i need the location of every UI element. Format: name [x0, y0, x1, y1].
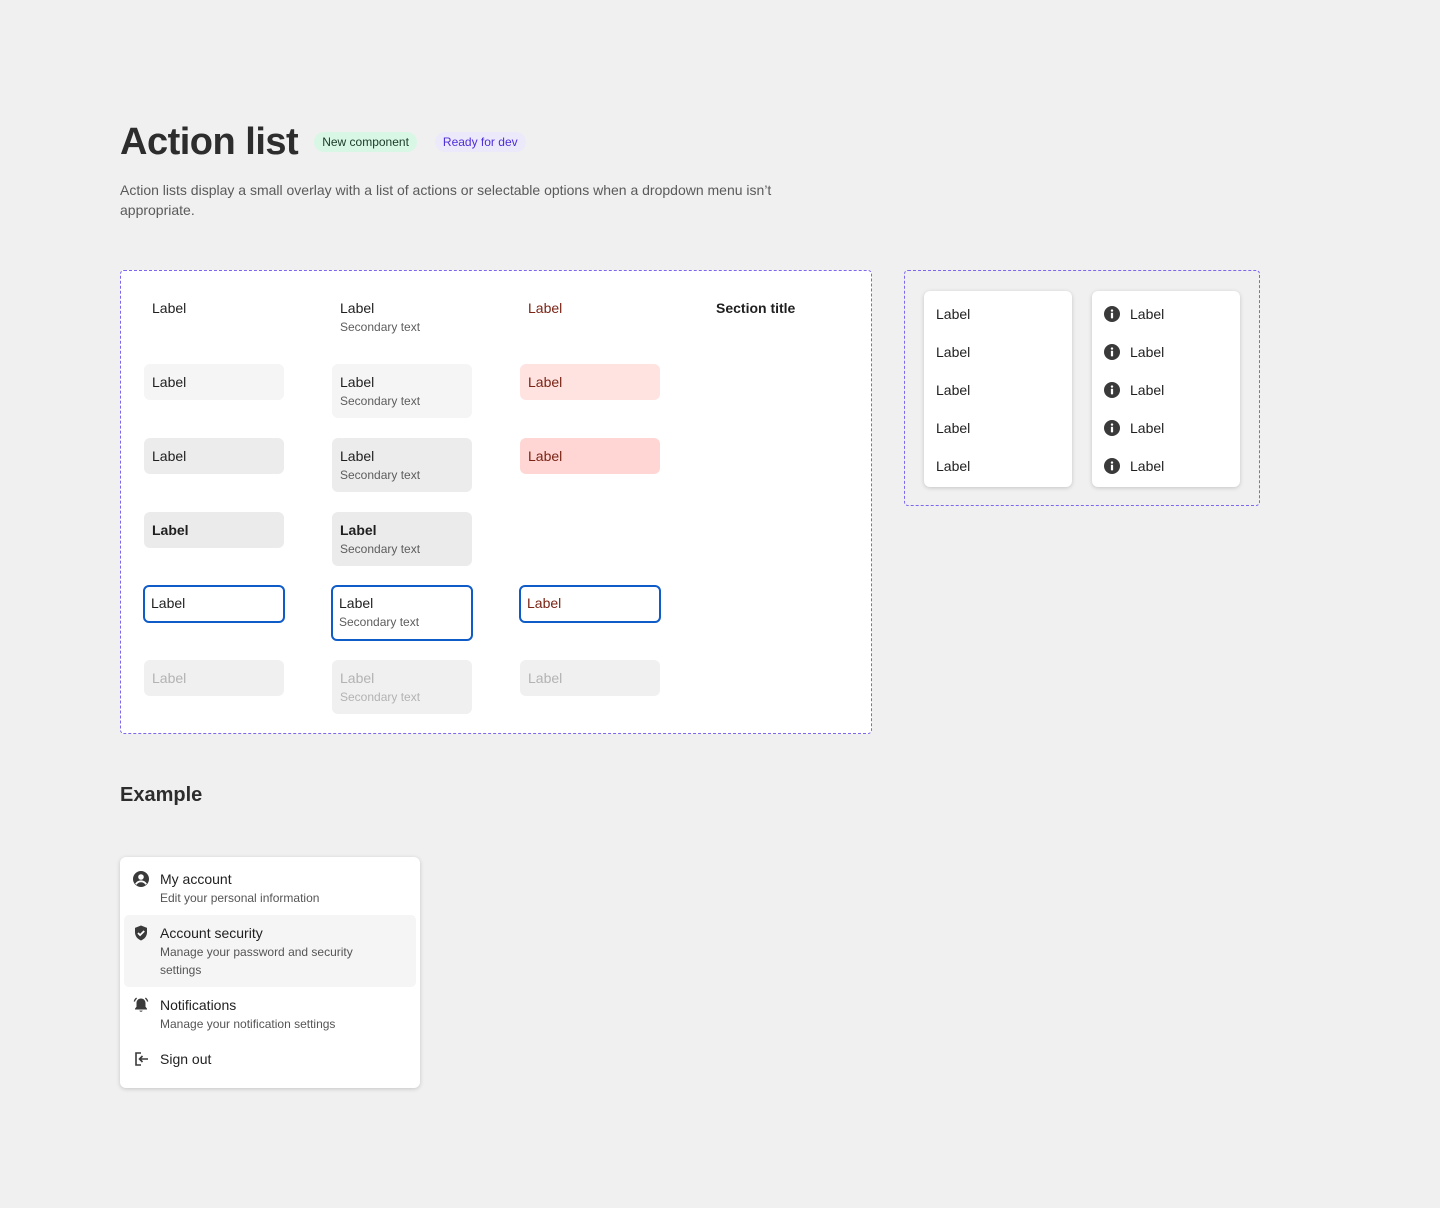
menu-item-title: Notifications [160, 997, 237, 1013]
item-label: Label [340, 300, 375, 316]
item-label: Label [340, 522, 377, 538]
info-icon [1104, 344, 1120, 360]
menu-item[interactable]: Label [924, 409, 1072, 447]
action-item-disabled-secondary: Label Secondary text [332, 660, 472, 714]
action-item-disabled: Label [144, 660, 284, 696]
item-label: Label [528, 670, 563, 686]
action-item-hover[interactable]: Label [144, 364, 284, 400]
menu-item[interactable]: Label [1092, 447, 1240, 485]
page-description: Action lists display a small overlay wit… [120, 182, 772, 218]
item-label: Label [528, 300, 563, 316]
action-item-hover-secondary[interactable]: Label Secondary text [332, 364, 472, 418]
action-item-focus-secondary[interactable]: Label Secondary text [331, 585, 473, 641]
example-heading: Example [120, 784, 203, 806]
info-icon [1104, 382, 1120, 398]
action-item-selected[interactable]: Label [144, 512, 284, 548]
menu-item-label: Label [1130, 344, 1165, 360]
menu-item-label: Label [1130, 306, 1165, 322]
popover-frame: Label Label Label Label Label Label Labe… [904, 270, 1260, 506]
item-label: Label [340, 670, 375, 686]
menu-item[interactable]: Label [924, 371, 1072, 409]
menu-item-label: Label [936, 382, 971, 398]
menu-item-label: Label [1130, 382, 1165, 398]
menu-item-label: Label [1130, 420, 1165, 436]
item-secondary-text: Secondary text [339, 615, 420, 629]
action-item-danger-pressed[interactable]: Label [520, 438, 660, 474]
item-label: Label [528, 448, 563, 464]
action-item-selected-secondary[interactable]: Label Secondary text [332, 512, 472, 566]
menu-item-sign-out[interactable]: Sign out [124, 1041, 416, 1077]
item-label: Label [340, 448, 375, 464]
item-label: Label [152, 448, 187, 464]
item-secondary-text: Secondary text [340, 394, 421, 408]
status-badge-new: New component [314, 132, 417, 152]
item-label: Label [527, 595, 562, 611]
menu-item-label: Label [936, 458, 971, 474]
menu-item[interactable]: Label [1092, 295, 1240, 333]
shield-icon [135, 925, 147, 941]
item-label: Label [152, 374, 187, 390]
action-item-focus[interactable]: Label [143, 585, 285, 623]
menu-item-account-security[interactable]: Account security Manage your password an… [124, 915, 416, 987]
menu-item-title: Sign out [160, 1051, 212, 1067]
status-badge-ready: Ready for dev [434, 132, 526, 152]
menu-item[interactable]: Label [924, 447, 1072, 485]
action-item-danger-hover[interactable]: Label [520, 364, 660, 400]
info-icon [1104, 306, 1120, 322]
menu-item-subtitle: Edit your personal information [160, 891, 320, 905]
bell-icon [133, 997, 149, 1012]
item-label: Label [152, 670, 187, 686]
action-item-default[interactable]: Label [144, 290, 284, 326]
section-title: Section title [716, 300, 796, 316]
action-list-menu-plain: Label Label Label Label Label [924, 291, 1072, 487]
item-label: Label [152, 522, 189, 538]
info-icon [1104, 420, 1120, 436]
page-header: Action list New component Ready for dev [120, 120, 526, 164]
example-action-list: My account Edit your personal informatio… [120, 857, 420, 1088]
action-item-danger-focus[interactable]: Label [519, 585, 661, 623]
item-secondary-text: Secondary text [340, 320, 421, 334]
action-item-danger[interactable]: Label [520, 290, 660, 326]
action-item-danger-disabled: Label [520, 660, 660, 696]
menu-item-title: My account [160, 871, 232, 887]
action-item-pressed[interactable]: Label [144, 438, 284, 474]
menu-item-title: Account security [160, 925, 263, 941]
menu-item-subtitle: Manage your password and security settin… [160, 945, 353, 977]
action-item-pressed-secondary[interactable]: Label Secondary text [332, 438, 472, 492]
action-item-default-secondary[interactable]: Label Secondary text [332, 290, 472, 344]
action-list-menu-icons: Label Label Label Label Label [1092, 291, 1240, 487]
menu-item-subtitle: Manage your notification settings [160, 1017, 336, 1031]
menu-item-label: Label [1130, 458, 1165, 474]
menu-item-label: Label [936, 306, 971, 322]
item-secondary-text: Secondary text [340, 468, 421, 482]
item-label: Label [528, 374, 563, 390]
item-label: Label [340, 374, 375, 390]
menu-item[interactable]: Label [924, 295, 1072, 333]
menu-item-label: Label [936, 344, 971, 360]
menu-item-notifications[interactable]: Notifications Manage your notification s… [124, 987, 416, 1041]
item-secondary-text: Secondary text [340, 690, 421, 704]
item-label: Label [339, 595, 374, 611]
item-label: Label [152, 300, 187, 316]
sign-out-icon [135, 1052, 148, 1066]
account-icon [133, 871, 149, 887]
menu-item[interactable]: Label [924, 333, 1072, 371]
variants-frame: Label Label Secondary text Label Section… [120, 270, 872, 734]
item-secondary-text: Secondary text [340, 542, 421, 556]
menu-item-my-account[interactable]: My account Edit your personal informatio… [124, 861, 416, 915]
menu-item[interactable]: Label [1092, 333, 1240, 371]
item-label: Label [151, 595, 186, 611]
menu-item[interactable]: Label [1092, 371, 1240, 409]
page-title: Action list [120, 121, 299, 163]
section-title-item: Section title [708, 290, 848, 326]
info-icon [1104, 458, 1120, 474]
menu-item-label: Label [936, 420, 971, 436]
menu-item[interactable]: Label [1092, 409, 1240, 447]
